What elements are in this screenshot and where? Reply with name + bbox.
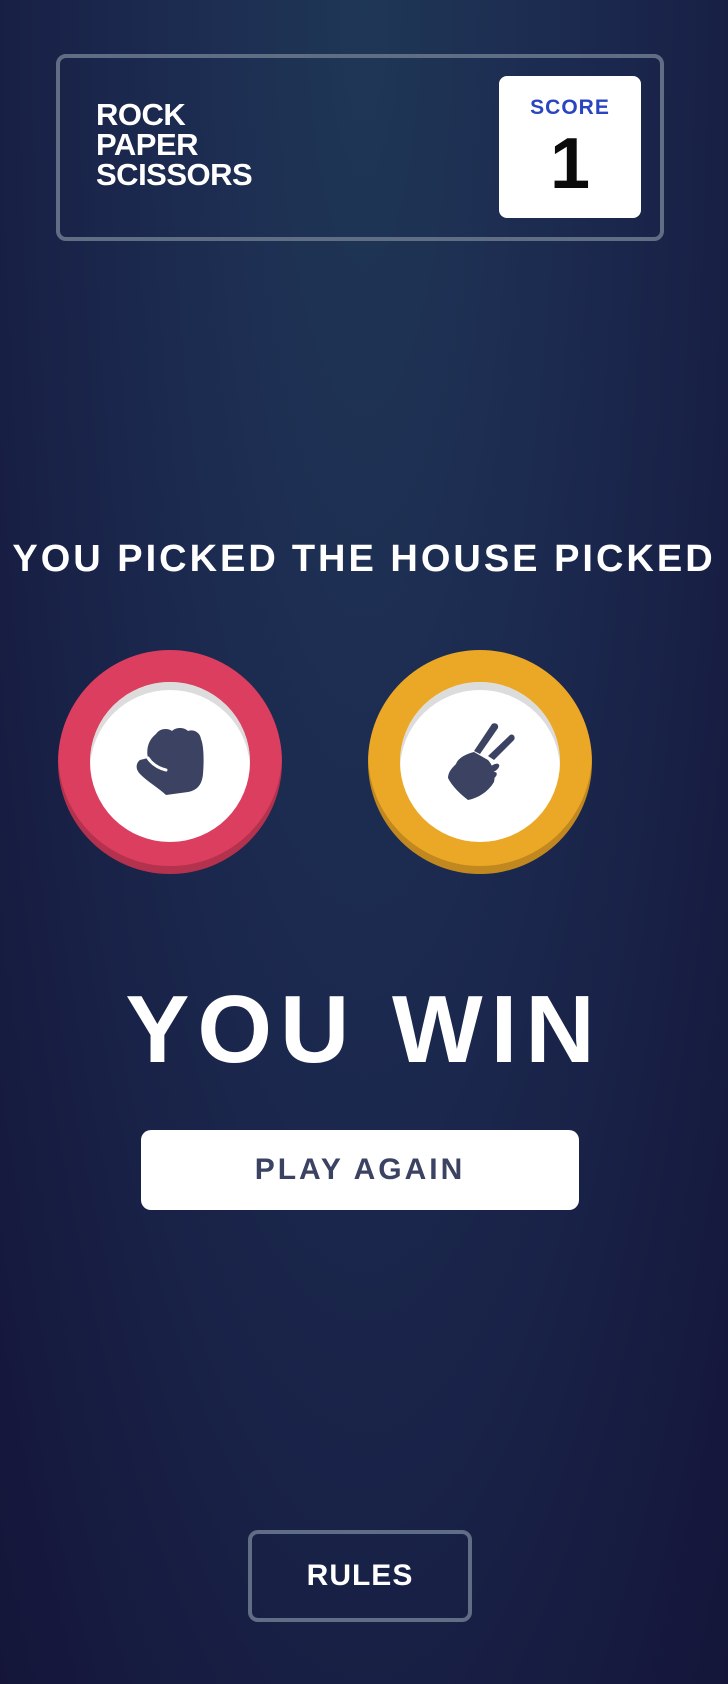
play-again-button[interactable]: PLAY AGAIN: [141, 1130, 579, 1210]
result-text: YOU WIN: [125, 976, 603, 1083]
house-picked-label: THE HOUSE PICKED: [291, 538, 716, 580]
house-pick-inner: [400, 682, 560, 842]
title-line-scissors: SCISSORS: [96, 157, 253, 192]
header: ROCK PAPER SCISSORS SCORE 1: [56, 54, 664, 241]
player-pick-inner: [90, 682, 250, 842]
title-line-rock: ROCK: [96, 97, 186, 132]
picks-labels: YOU PICKED THE HOUSE PICKED: [0, 538, 728, 581]
you-picked-label: YOU PICKED: [12, 538, 279, 580]
game-title: ROCK PAPER SCISSORS: [96, 97, 253, 192]
player-pick-token: [58, 650, 282, 874]
score-value: 1: [549, 124, 591, 204]
score-label: SCORE: [530, 96, 610, 119]
score-box: SCORE 1: [499, 76, 641, 218]
house-pick-token: [368, 650, 592, 874]
scissors-hand-icon: [448, 723, 515, 800]
rules-button[interactable]: RULES: [248, 1530, 472, 1622]
rock-hand-icon: [136, 728, 204, 795]
title-line-paper: PAPER: [96, 127, 199, 162]
